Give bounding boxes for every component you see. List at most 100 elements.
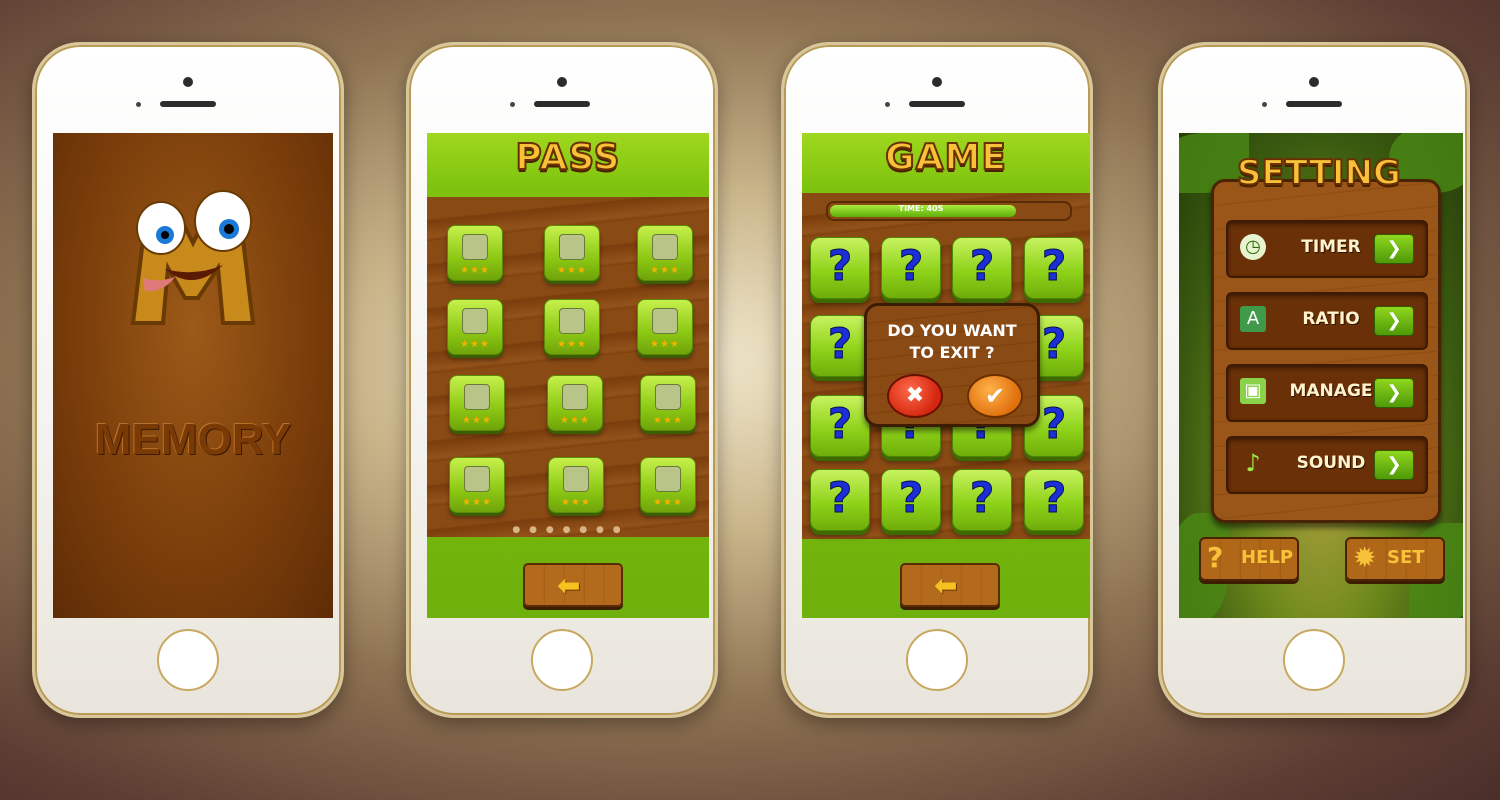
question-mark-icon: ?	[1041, 241, 1067, 291]
back-button[interactable]: ⬅	[523, 563, 623, 607]
star-rating: ★★★	[462, 497, 492, 508]
back-button[interactable]: ⬅	[900, 563, 1000, 607]
home-button[interactable]	[157, 629, 219, 691]
question-mark-icon: ?	[827, 241, 853, 291]
card-tile[interactable]: ?	[881, 469, 941, 531]
question-icon: ?	[1207, 541, 1224, 574]
level-tile[interactable]: ★★★	[547, 375, 603, 431]
setting-row-timer[interactable]: ◷ TIMER ❯	[1226, 220, 1428, 278]
card-tile[interactable]: ?	[810, 315, 870, 377]
set-label: SET	[1387, 547, 1425, 568]
phone-4: ◷ TIMER ❯ A RATIO ❯ ▣ MANAGE ❯ ♪ SOUND ❯…	[1158, 42, 1470, 718]
star-rating: ★★★	[561, 497, 591, 508]
star-rating: ★★★	[460, 339, 490, 350]
exit-dialog: DO YOU WANT TO EXIT ? ✖ ✔	[864, 303, 1040, 427]
lock-icon	[462, 308, 488, 334]
card-tile[interactable]: ?	[810, 395, 870, 457]
card-tile[interactable]: ?	[1024, 469, 1084, 531]
card-tile[interactable]: ?	[952, 237, 1012, 299]
question-mark-icon: ?	[969, 473, 995, 523]
page-indicator[interactable]: ● ● ● ● ● ● ●	[427, 525, 709, 535]
level-tile[interactable]: ★★★	[449, 375, 505, 431]
chevron-right-icon[interactable]: ❯	[1374, 234, 1414, 264]
chevron-right-icon[interactable]: ❯	[1374, 378, 1414, 408]
level-tile[interactable]: ★★★	[548, 457, 604, 513]
card-tile[interactable]: ?	[952, 469, 1012, 531]
card-tile[interactable]: ?	[810, 469, 870, 531]
sensor	[136, 102, 141, 107]
star-rating: ★★★	[653, 415, 683, 426]
phone-2: PASS ★★★ ★★★ ★★★ ★★★ ★★★ ★★★ ★★★ ★★★ ★★★…	[406, 42, 718, 718]
clock-icon: ◷	[1240, 234, 1266, 260]
level-tile[interactable]: ★★★	[447, 225, 503, 281]
level-tile[interactable]: ★★★	[637, 299, 693, 355]
lock-icon	[464, 384, 490, 410]
exit-message: DO YOU WANT TO EXIT ?	[867, 320, 1037, 364]
splash-screen: MEMORY	[53, 133, 333, 618]
star-rating: ★★★	[557, 339, 587, 350]
question-mark-icon: ?	[969, 241, 995, 291]
level-tile[interactable]: ★★★	[544, 225, 600, 281]
star-rating: ★★★	[557, 265, 587, 276]
help-button[interactable]: ? HELP	[1199, 537, 1299, 581]
screen-title: PASS	[514, 136, 621, 179]
level-tile[interactable]: ★★★	[447, 299, 503, 355]
cancel-button[interactable]: ✖	[887, 374, 943, 418]
sensor	[885, 102, 890, 107]
lock-icon	[559, 234, 585, 260]
set-button[interactable]: ✹ SET	[1345, 537, 1445, 581]
lock-icon	[462, 234, 488, 260]
chevron-right-icon[interactable]: ❯	[1374, 450, 1414, 480]
level-tile[interactable]: ★★★	[544, 299, 600, 355]
screen-title: GAME	[884, 136, 1007, 179]
document-icon: A	[1240, 306, 1266, 332]
home-button[interactable]	[531, 629, 593, 691]
sensor	[1262, 102, 1267, 107]
game-title: MEMORY	[94, 415, 292, 464]
setting-row-ratio[interactable]: A RATIO ❯	[1226, 292, 1428, 350]
game-screen: GAME TIME: 40S ? ? ? ? ? ? ? ? ? ? ? ? ?…	[802, 133, 1090, 618]
exit-message-line2: TO EXIT ?	[909, 343, 995, 362]
setting-label: MANAGE	[1289, 381, 1373, 401]
floppy-icon: ▣	[1240, 378, 1266, 404]
speaker	[909, 101, 965, 107]
card-tile[interactable]: ?	[810, 237, 870, 299]
speaker	[1286, 101, 1342, 107]
star-rating: ★★★	[462, 415, 492, 426]
lock-icon	[652, 234, 678, 260]
level-tile[interactable]: ★★★	[637, 225, 693, 281]
level-tile[interactable]: ★★★	[449, 457, 505, 513]
lock-icon	[655, 384, 681, 410]
lock-icon	[655, 466, 681, 492]
card-tile[interactable]: ?	[881, 237, 941, 299]
card-tile[interactable]: ?	[1024, 237, 1084, 299]
star-rating: ★★★	[650, 339, 680, 350]
speaker	[534, 101, 590, 107]
star-rating: ★★★	[460, 265, 490, 276]
camera	[932, 77, 942, 87]
exit-message-line1: DO YOU WANT	[887, 321, 1017, 340]
setting-row-manage[interactable]: ▣ MANAGE ❯	[1226, 364, 1428, 422]
level-tile[interactable]: ★★★	[640, 457, 696, 513]
level-tile[interactable]: ★★★	[640, 375, 696, 431]
level-select-screen: PASS ★★★ ★★★ ★★★ ★★★ ★★★ ★★★ ★★★ ★★★ ★★★…	[427, 133, 709, 618]
question-mark-icon: ?	[898, 473, 924, 523]
music-note-icon: ♪	[1245, 449, 1261, 477]
sensor	[510, 102, 515, 107]
home-button[interactable]	[1283, 629, 1345, 691]
chevron-right-icon[interactable]: ❯	[1374, 306, 1414, 336]
setting-label: TIMER	[1301, 237, 1361, 257]
setting-row-sound[interactable]: ♪ SOUND ❯	[1226, 436, 1428, 494]
home-button[interactable]	[906, 629, 968, 691]
screen-title: SETTING	[1236, 152, 1402, 194]
camera	[1309, 77, 1319, 87]
question-mark-icon: ?	[827, 399, 853, 449]
phone-1: MEMORY	[32, 42, 344, 718]
confirm-button[interactable]: ✔	[967, 374, 1023, 418]
camera	[183, 77, 193, 87]
arrow-left-icon: ⬅	[934, 569, 958, 602]
lock-icon	[559, 308, 585, 334]
lock-icon	[562, 384, 588, 410]
star-rating: ★★★	[653, 497, 683, 508]
speaker	[160, 101, 216, 107]
